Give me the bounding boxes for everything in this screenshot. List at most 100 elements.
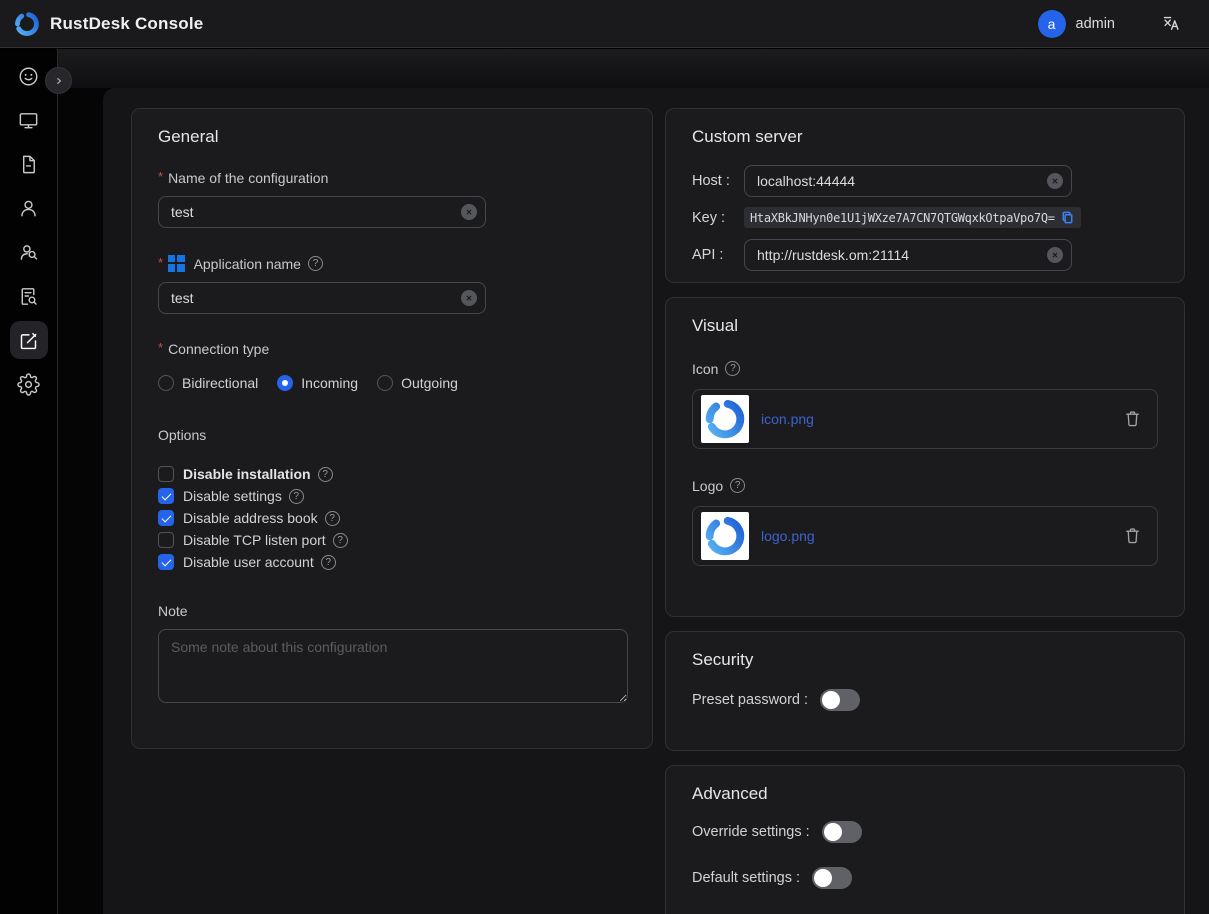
- monitor-icon: [17, 109, 40, 132]
- edit-icon: [17, 329, 40, 352]
- language-switch-button[interactable]: [1159, 12, 1183, 36]
- host-input[interactable]: [744, 165, 1072, 197]
- clear-icon[interactable]: [461, 290, 477, 306]
- icon-file-box: icon.png: [692, 389, 1158, 449]
- sidebar-item-configurations[interactable]: [0, 318, 57, 362]
- avatar[interactable]: a: [1038, 10, 1066, 38]
- help-icon[interactable]: [730, 478, 745, 493]
- sidebar: [0, 49, 58, 914]
- rustdesk-logo-icon: [14, 11, 40, 37]
- application-name-input[interactable]: [158, 282, 486, 314]
- rustdesk-logo-icon: [704, 515, 746, 557]
- override-settings-row: Override settings :: [692, 820, 1158, 844]
- sidebar-item-settings[interactable]: [0, 362, 57, 406]
- brand: RustDesk Console: [14, 11, 203, 37]
- gear-icon: [17, 373, 40, 396]
- sidebar-expand-button[interactable]: [45, 67, 72, 94]
- default-settings-toggle[interactable]: [812, 867, 852, 889]
- delete-icon-button[interactable]: [1123, 409, 1143, 429]
- icon-thumbnail: [701, 395, 749, 443]
- options-label: Options: [158, 426, 626, 443]
- general-card: General * Name of the configuration * Ap…: [131, 108, 653, 749]
- preset-password-toggle[interactable]: [820, 689, 860, 711]
- main-area: General * Name of the configuration * Ap…: [58, 49, 1209, 914]
- sidebar-item-audit[interactable]: [0, 274, 57, 318]
- security-card: Security Preset password :: [665, 631, 1185, 751]
- radio-bidirectional[interactable]: Bidirectional: [158, 375, 258, 391]
- custom-server-card: Custom server Host : Key : HtaXBkJNHyn0e…: [665, 108, 1185, 283]
- checkbox[interactable]: [158, 488, 174, 504]
- required-asterisk: *: [158, 255, 163, 270]
- help-icon[interactable]: [321, 555, 336, 570]
- trash-icon: [1123, 526, 1142, 545]
- name-input-wrap: [158, 196, 486, 228]
- logo-file-box: logo.png: [692, 506, 1158, 566]
- radio-outgoing[interactable]: Outgoing: [377, 375, 458, 391]
- radio-dot: [277, 375, 293, 391]
- option-disable-tcp-listen-port: Disable TCP listen port: [158, 532, 626, 548]
- user-search-icon: [17, 241, 40, 264]
- trash-icon: [1123, 409, 1142, 428]
- radio-incoming[interactable]: Incoming: [277, 375, 358, 391]
- help-icon[interactable]: [333, 533, 348, 548]
- help-icon[interactable]: [325, 511, 340, 526]
- checkbox-label: Disable user account: [183, 554, 314, 570]
- help-icon[interactable]: [308, 256, 323, 271]
- icon-label: Icon: [692, 360, 1158, 377]
- api-input-wrap: [744, 239, 1072, 271]
- radio-label: Outgoing: [401, 375, 458, 391]
- sidebar-item-sessions[interactable]: [0, 142, 57, 186]
- clear-icon[interactable]: [461, 204, 477, 220]
- delete-logo-button[interactable]: [1123, 526, 1143, 546]
- name-input[interactable]: [158, 196, 486, 228]
- checkbox[interactable]: [158, 466, 174, 482]
- name-label: * Name of the configuration: [158, 169, 626, 186]
- key-value-chip: HtaXBkJNHyn0e1U1jWXze7A7CN7QTGWqxkOtpaVp…: [744, 207, 1081, 228]
- security-title: Security: [692, 650, 1158, 672]
- sidebar-item-groups[interactable]: [0, 230, 57, 274]
- advanced-title: Advanced: [692, 784, 1158, 806]
- header-band: [58, 49, 1209, 88]
- chevron-right-icon: [52, 74, 66, 88]
- key-label: Key :: [692, 210, 744, 226]
- rustdesk-logo-icon: [704, 398, 746, 440]
- logo-thumbnail: [701, 512, 749, 560]
- general-title: General: [158, 127, 626, 149]
- note-textarea[interactable]: [158, 629, 628, 703]
- sidebar-item-devices[interactable]: [0, 98, 57, 142]
- checkbox[interactable]: [158, 532, 174, 548]
- advanced-card: Advanced Override settings : Default set…: [665, 765, 1185, 914]
- help-icon[interactable]: [318, 467, 333, 482]
- user-icon: [17, 197, 40, 220]
- copy-icon[interactable]: [1060, 210, 1075, 225]
- preset-password-row: Preset password :: [692, 688, 1158, 712]
- icon-file-link[interactable]: icon.png: [761, 411, 814, 427]
- clear-icon[interactable]: [1047, 247, 1063, 263]
- document-icon: [17, 153, 40, 176]
- override-settings-label: Override settings :: [692, 824, 810, 840]
- checkbox[interactable]: [158, 510, 174, 526]
- override-settings-toggle[interactable]: [822, 821, 862, 843]
- sidebar-item-users[interactable]: [0, 186, 57, 230]
- checkbox[interactable]: [158, 554, 174, 570]
- visual-card: Visual Icon icon.png: [665, 297, 1185, 617]
- help-icon[interactable]: [289, 489, 304, 504]
- api-input[interactable]: [744, 239, 1072, 271]
- option-disable-installation: Disable installation: [158, 466, 626, 482]
- logo-file-link[interactable]: logo.png: [761, 528, 815, 544]
- application-name-label: * Application name: [158, 255, 626, 272]
- content-panel: General * Name of the configuration * Ap…: [103, 88, 1209, 914]
- checkbox-label: Disable installation: [183, 466, 311, 482]
- api-label: API :: [692, 247, 744, 263]
- option-disable-address-book: Disable address book: [158, 510, 626, 526]
- smiley-icon: [17, 65, 40, 88]
- help-icon[interactable]: [725, 361, 740, 376]
- required-asterisk: *: [158, 169, 163, 184]
- checkbox-label: Disable settings: [183, 488, 282, 504]
- username[interactable]: admin: [1076, 16, 1116, 32]
- clear-icon[interactable]: [1047, 173, 1063, 189]
- topbar: RustDesk Console a admin: [0, 0, 1209, 48]
- host-row: Host :: [692, 165, 1158, 197]
- key-value: HtaXBkJNHyn0e1U1jWXze7A7CN7QTGWqxkOtpaVp…: [750, 211, 1055, 225]
- radio-dot: [377, 375, 393, 391]
